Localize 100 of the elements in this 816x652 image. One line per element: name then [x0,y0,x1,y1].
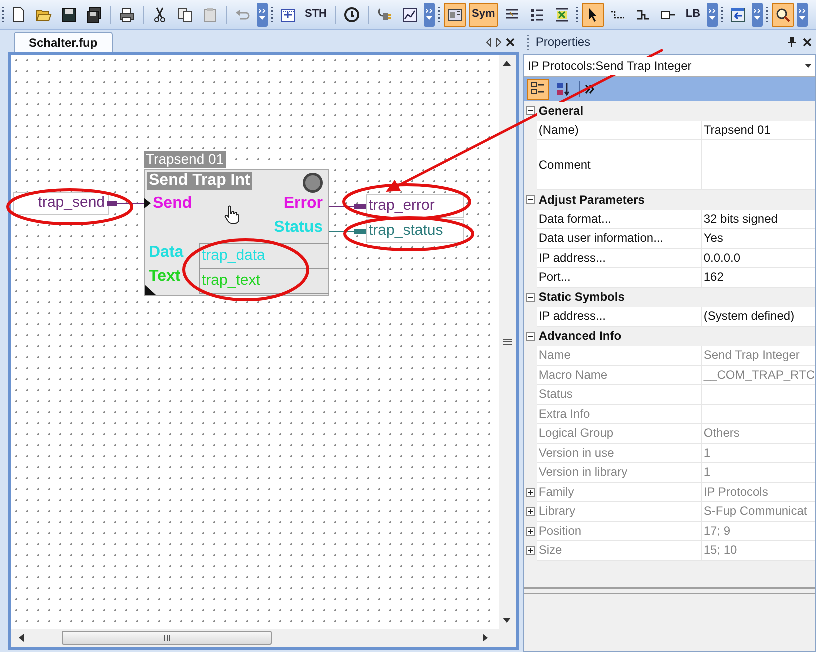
collapse-icon[interactable] [526,332,535,341]
connection-pin [354,204,366,209]
input-pin-label: Send [153,194,192,214]
sort-icon [554,81,571,97]
toolbar-button[interactable]: STH [302,2,330,26]
collapse-icon[interactable] [526,292,535,302]
parameter-label: Text [149,267,181,287]
symbol-label[interactable]: trap_error [366,194,464,218]
chevron-icon [754,9,762,13]
scroll-left-icon[interactable] [486,38,492,47]
status-led-icon [302,172,324,194]
property-label: Version in library [536,463,702,482]
property-label: Position [536,522,702,541]
printer-icon [119,6,135,22]
double-chevron-icon[interactable] [584,84,595,94]
dropdown-caret-icon [805,64,812,68]
scrollbar-thumb[interactable] [62,631,272,645]
symbol-label[interactable]: trap_send [13,192,109,215]
property-label: IP address... [536,248,702,268]
toolbar-grip[interactable] [2,6,5,24]
property-label: Data format... [536,210,702,229]
toolbar-button[interactable]: LB [682,2,704,26]
overflow-button[interactable] [797,2,808,26]
hand-cursor-icon [224,205,240,225]
horizontal-scrollbar[interactable] [11,629,516,647]
document-tab[interactable]: Schalter.fup [14,32,113,52]
close-icon[interactable] [803,38,812,46]
properties-icon [447,6,463,22]
list-icon [529,6,546,22]
property-label: Size [536,541,702,560]
close-icon[interactable] [506,38,515,47]
block-instance-name: Trapsend 01 [144,151,226,168]
property-label: Macro Name [536,366,702,385]
scroll-right-icon[interactable] [496,38,502,47]
property-value[interactable]: Yes [702,229,815,248]
toolbar-button[interactable] [582,2,604,26]
property-label: Comment [536,140,702,190]
chevron-icon [799,9,806,13]
toolbar-grip[interactable] [438,6,441,24]
toolbar-grip[interactable] [766,6,770,24]
scroll-right-icon[interactable] [482,634,488,642]
grid-icon [280,6,296,22]
clipboard-icon [202,6,218,22]
splitter-icon[interactable] [502,338,512,346]
output-pin-label: Error [284,194,323,214]
overflow-button[interactable] [257,2,268,26]
scissors-icon [152,6,168,22]
property-value-field[interactable] [702,140,815,190]
toolbar-grip[interactable] [271,6,274,24]
property-value[interactable]: 32 bits signed [702,210,815,229]
property-value[interactable]: 0.0.0.0 [702,248,815,268]
caret-icon [259,16,266,20]
property-label: Library [536,502,702,522]
property-label: Version in use [536,444,702,463]
connection-line [329,231,354,232]
connection-pin [354,229,366,234]
crossed-list-icon [554,6,570,22]
toolbar-grip[interactable] [576,6,580,24]
overflow-button[interactable] [707,2,718,26]
property-label: (Name) [536,120,702,140]
overflow-button[interactable] [752,2,764,26]
property-label: Port... [536,268,702,288]
document-icon [11,6,27,22]
pin-icon[interactable] [788,37,796,47]
symbol-label[interactable]: trap_status [366,219,464,243]
property-label: Data user information... [536,229,702,248]
object-selector[interactable]: IP Protocols:Send Trap Integer [524,55,815,77]
toolbar-button[interactable] [772,2,794,26]
floppy-disks-icon [86,6,102,22]
caret-icon [754,16,762,20]
scroll-left-icon[interactable] [19,634,24,642]
collapse-icon[interactable] [526,195,535,204]
toolbar-grip[interactable] [721,6,724,24]
vertical-scrollbar[interactable] [498,55,516,629]
property-label: Family [536,482,702,502]
caret-icon [709,16,716,20]
toolbar-button[interactable] [444,2,466,26]
property-label: IP address... [536,307,702,326]
grip-icon[interactable] [526,34,530,50]
overflow-button[interactable] [424,2,435,26]
property-value[interactable]: 162 [702,268,815,288]
connection-line [117,203,144,204]
scroll-down-icon[interactable] [503,618,512,623]
block-title: Send Trap Int [147,172,252,190]
caret-icon [426,16,433,20]
caret-icon [799,16,806,20]
collapse-icon[interactable] [526,106,535,116]
search-icon [775,6,792,22]
chevron-icon [426,9,433,13]
connection-pin [107,201,117,206]
property-value[interactable]: (System defined) [702,307,815,326]
plug-icon [377,6,393,22]
scroll-up-icon[interactable] [503,61,512,66]
connection-line [329,206,354,207]
property-value[interactable]: Trapsend 01 [702,120,815,140]
toolbar-button[interactable]: Sym [469,2,498,26]
panel-title: Properties [536,34,591,51]
view-toggle-button[interactable] [526,78,549,100]
input-marker-icon [144,198,151,209]
parameter-label: Data [149,243,184,263]
